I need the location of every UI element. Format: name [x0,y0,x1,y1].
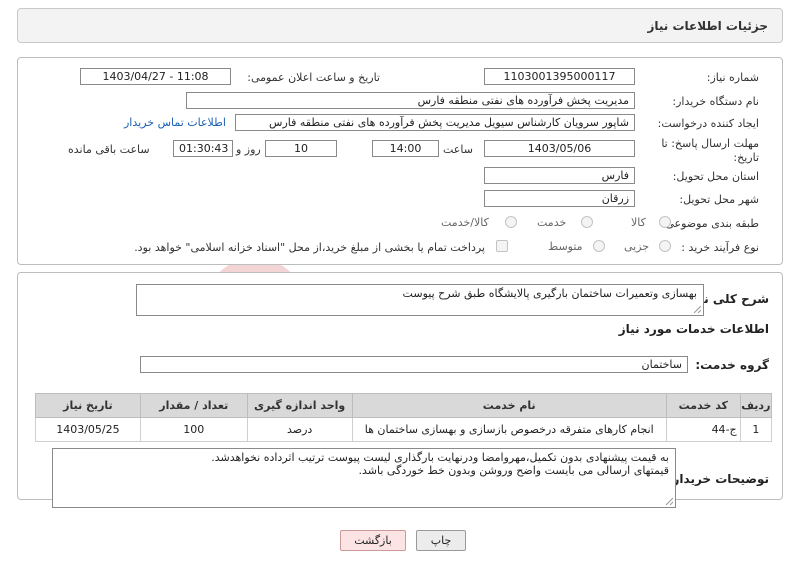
deadline-time-field: 14:00 [372,140,439,157]
deadline-time-label: ساعت [443,143,473,156]
page-title: جزئیات اطلاعات نیاز [647,19,768,33]
service-group-field: ساختمان [140,356,688,373]
category-radio-goods-service[interactable] [505,216,517,228]
buyer-notes-line-1: به قیمت پیشنهادی بدون تکمیل،مهروامضا ودر… [211,451,669,464]
buyer-notes-line-2: قیمتهای ارسالی می بایست واضح وروشن وبدون… [358,464,669,477]
cell-unit: درصد [246,417,353,442]
need-number-label: شماره نیاز: [706,71,759,84]
remaining-time-label: ساعت باقی مانده [68,143,150,156]
deadline-label-date: تاریخ: [733,151,759,164]
process-label: نوع فرآیند خرید : [681,241,759,254]
days-remaining-field: 10 [265,140,337,157]
col-row-number: ردیف [739,393,773,418]
print-button[interactable]: چاپ [416,530,466,551]
process-radio-partial[interactable] [659,240,671,252]
cell-quantity: 100 [139,417,248,442]
table-row: 1 ج-44 انجام کارهای متفرقه درخصوص بازساز… [35,417,773,442]
category-option-goods-service: کالا/خدمت [441,216,489,229]
col-unit: واحد اندازه گیری [246,393,353,418]
process-radio-medium[interactable] [593,240,605,252]
requester-field: شاپور سرویان کارشناس سیویل مدیریت پخش فر… [235,114,635,131]
category-radio-goods[interactable] [659,216,671,228]
buyer-org-field: مدیریت پخش فرآورده های نفتی منطقه فارس [186,92,635,109]
category-option-service: خدمت [537,216,567,229]
col-quantity: تعداد / مقدار [139,393,248,418]
requester-label: ایجاد کننده درخواست: [657,117,759,130]
province-field: فارس [484,167,635,184]
process-option-partial: جزیی [624,240,650,253]
cell-need-date: 1403/05/25 [35,417,141,442]
announce-label: تاریخ و ساعت اعلان عمومی: [247,71,380,84]
buyer-contact-link[interactable]: اطلاعات تماس خریدار [124,116,226,129]
resize-grip-icon [693,305,701,313]
summary-textarea: بهسازی وتعمیرات ساختمان بارگیری پالایشگا… [136,284,704,316]
table-header-row: ردیف کد خدمت نام خدمت واحد اندازه گیری ت… [35,393,773,418]
buyer-notes-label: توضیحات خریدار: [667,472,769,486]
cell-service-name: انجام کارهای متفرقه درخصوص بازسازی و بهس… [351,417,667,442]
city-field: زرقان [484,190,635,207]
summary-text: بهسازی وتعمیرات ساختمان بارگیری پالایشگا… [402,287,697,300]
remaining-time-field: 01:30:43 [173,140,233,157]
province-label: استان محل تحویل: [672,170,759,183]
services-section-title: اطلاعات خدمات مورد نیاز [618,322,769,336]
days-label: روز و [236,143,261,156]
col-need-date: تاریخ نیاز [35,393,141,418]
buyer-org-label: نام دستگاه خریدار: [672,95,759,108]
category-label: طبقه بندی موضوعی: [661,217,759,230]
resize-grip-icon [665,497,673,505]
process-option-medium: متوسط [548,240,583,253]
service-group-label: گروه خدمت: [695,358,769,372]
back-button[interactable]: بازگشت [340,530,406,551]
deadline-date-field: 1403/05/06 [484,140,635,157]
cell-row-number: 1 [739,417,773,442]
col-service-code: کد خدمت [665,393,741,418]
details-panel [17,57,783,265]
category-radio-service[interactable] [581,216,593,228]
deadline-label: مهلت ارسال پاسخ: تا [661,137,759,150]
announce-datetime-field: 1403/04/27 - 11:08 [80,68,231,85]
buyer-notes-textarea: به قیمت پیشنهادی بدون تکمیل،مهروامضا ودر… [52,448,676,508]
city-label: شهر محل تحویل: [679,193,759,206]
cell-service-code: ج-44 [665,417,741,442]
col-service-name: نام خدمت [351,393,667,418]
category-option-goods: کالا [631,216,646,229]
treasury-payment-note: پرداخت تمام یا بخشی از مبلغ خرید،از محل … [134,241,485,254]
services-table: ردیف کد خدمت نام خدمت واحد اندازه گیری ت… [35,393,773,442]
page-header: جزئیات اطلاعات نیاز [17,8,783,43]
need-number-field: 1103001395000117 [484,68,635,85]
treasury-payment-checkbox[interactable] [496,240,508,252]
